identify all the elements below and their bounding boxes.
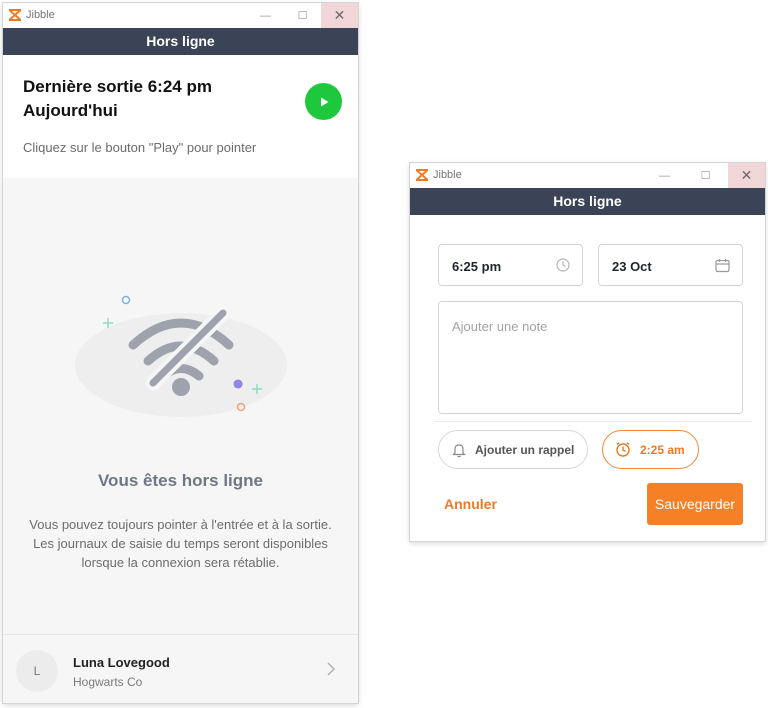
app-name: Jibble [26, 9, 55, 21]
last-punch-day: Aujourd'hui [23, 101, 118, 120]
offline-message-line: lorsque la connexion sera rétablie. [81, 555, 280, 570]
reminder-time-label: 2:25 am [640, 442, 685, 457]
last-punch-info: Dernière sortie 6:24 pm Aujourd'hui [23, 75, 212, 123]
time-value: 6:25 pm [452, 259, 502, 274]
minimize-button[interactable]: — [247, 3, 284, 28]
user-organization: Hogwarts Co [73, 675, 143, 689]
cancel-button[interactable]: Annuler [444, 496, 497, 512]
avatar: L [16, 650, 58, 692]
title-bar: Jibble — ☐ ✕ [3, 3, 358, 28]
close-button[interactable]: ✕ [728, 163, 765, 188]
offline-title: Vous êtes hors ligne [97, 471, 263, 490]
offline-message-line: Les journaux de saisie du temps seront d… [33, 536, 328, 551]
header-title: Hors ligne [410, 188, 765, 215]
last-punch-time: Dernière sortie 6:24 pm [23, 77, 212, 96]
header-title: Hors ligne [3, 28, 358, 55]
clock-icon [556, 258, 570, 272]
jibble-logo-icon [416, 169, 428, 181]
jibble-logo-icon [9, 9, 21, 21]
offline-message: Vous pouvez toujours pointer à l'entrée … [9, 515, 352, 572]
app-name: Jibble [433, 169, 462, 181]
minimize-button[interactable]: — [646, 163, 683, 188]
date-input[interactable]: 23 Oct [598, 244, 743, 286]
alarm-clock-icon [616, 442, 630, 457]
wifi-off-icon [75, 295, 287, 417]
divider [434, 421, 751, 422]
play-button[interactable] [305, 83, 342, 120]
add-reminder-label: Ajouter un rappel [475, 442, 575, 457]
add-reminder-button[interactable]: Ajouter un rappel [438, 430, 588, 469]
time-entry-window: Jibble — ☐ ✕ Hors ligne 6:25 pm 23 Oct A… [410, 163, 765, 541]
maximize-button[interactable]: ☐ [687, 163, 724, 188]
title-bar: Jibble — ☐ ✕ [410, 163, 765, 188]
offline-message-line: Vous pouvez toujours pointer à l'entrée … [29, 517, 332, 532]
maximize-button[interactable]: ☐ [284, 3, 321, 28]
close-button[interactable]: ✕ [321, 3, 358, 28]
calendar-icon [715, 259, 730, 273]
play-hint: Cliquez sur le bouton "Play" pour pointe… [23, 140, 257, 155]
chevron-right-icon [327, 662, 335, 676]
note-input[interactable] [438, 301, 743, 414]
user-profile-row[interactable]: L Luna Lovegood Hogwarts Co [3, 634, 358, 703]
reminder-time-button[interactable]: 2:25 am [602, 430, 699, 469]
date-value: 23 Oct [612, 259, 652, 274]
save-button[interactable]: Sauvegarder [647, 483, 743, 525]
user-name: Luna Lovegood [73, 655, 170, 670]
time-input[interactable]: 6:25 pm [438, 244, 583, 286]
offline-panel: Vous êtes hors ligne Vous pouvez toujour… [3, 178, 358, 634]
play-icon [320, 97, 328, 106]
offline-window: Jibble — ☐ ✕ Hors ligne Dernière sortie … [3, 3, 358, 703]
bell-icon [452, 443, 466, 457]
